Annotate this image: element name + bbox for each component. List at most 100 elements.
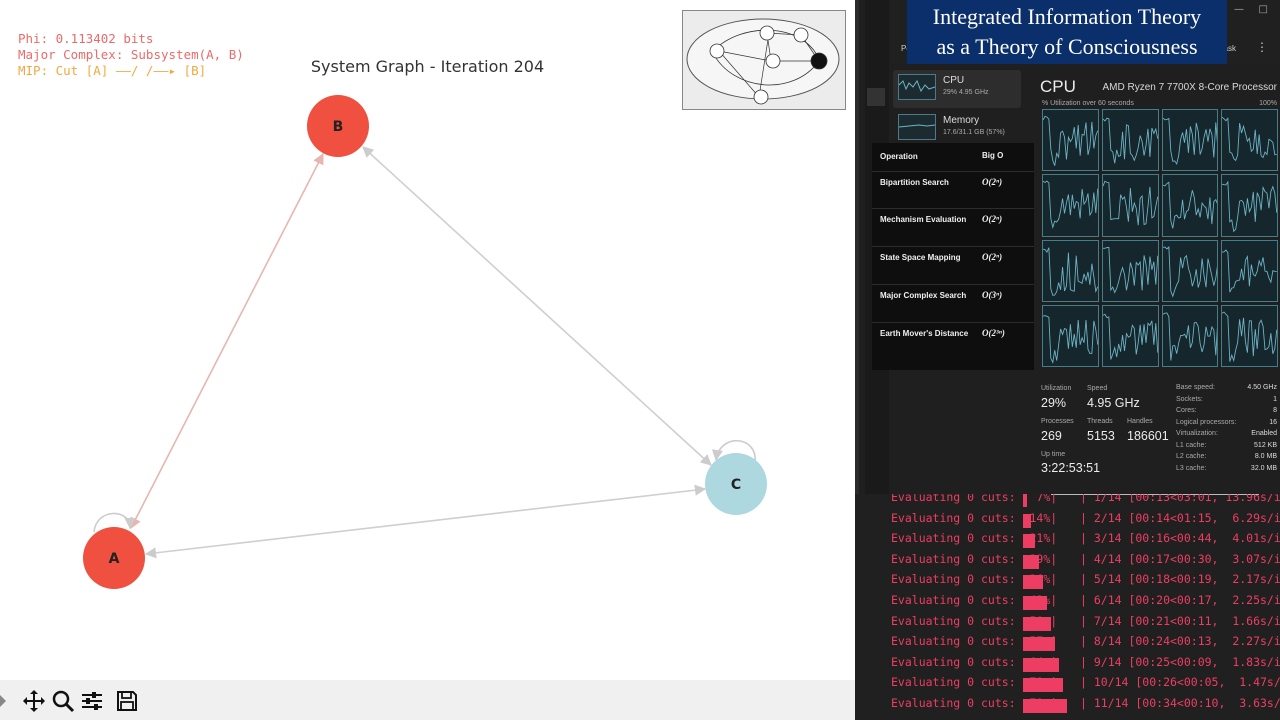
big-o-header-row: Operation Big O bbox=[872, 146, 1034, 172]
spec-value: 4.50 GHz bbox=[1247, 384, 1277, 391]
plot-window: B A C Phi: 0.113402 bits Major Complex: … bbox=[0, 0, 855, 720]
core-graph bbox=[1161, 109, 1219, 172]
spec-key: Base speed: bbox=[1176, 384, 1215, 391]
core-graph bbox=[1161, 304, 1219, 367]
core-graph bbox=[1161, 174, 1219, 237]
uptime-label: Up time bbox=[1041, 451, 1066, 458]
big-o-value: O(2ⁿ) bbox=[982, 252, 1003, 262]
progress-suffix: | 2/14 [00:14<01:15, 6.29s/it] bbox=[1080, 510, 1280, 525]
spec-value: 32.0 MB bbox=[1250, 464, 1277, 472]
progress-bar bbox=[1023, 596, 1047, 610]
handles-label: Handles bbox=[1127, 418, 1153, 425]
progress-suffix: | 11/14 [00:34<00:10, 3.63s/it] bbox=[1080, 696, 1280, 710]
core-graph bbox=[1161, 239, 1219, 302]
spec-key: L3 cache: bbox=[1176, 464, 1207, 472]
progress-suffix: | 9/14 [00:25<00:09, 1.83s/it] bbox=[1080, 654, 1280, 669]
sidebar-item-label: CPU bbox=[943, 75, 965, 86]
node-label-c: C bbox=[731, 477, 741, 493]
progress-suffix: | 6/14 [00:20<00:17, 2.25s/it] bbox=[1080, 593, 1280, 607]
threads-label: Threads bbox=[1087, 418, 1113, 425]
core-graph bbox=[1221, 109, 1278, 172]
more-options-icon[interactable]: ⋮ bbox=[1256, 40, 1268, 54]
cpu-sparkline bbox=[898, 74, 936, 100]
core-graph bbox=[1221, 174, 1278, 237]
progress-bar bbox=[1023, 637, 1055, 652]
big-o-value: O(2ⁿ) bbox=[982, 177, 1003, 187]
cpu-heading: CPU bbox=[1040, 77, 1076, 96]
big-o-row: Major Complex Search O(3ⁿ) bbox=[872, 285, 1034, 323]
big-o-operation: Mechanism Evaluation bbox=[880, 215, 967, 224]
spec-value: 8 bbox=[1273, 407, 1277, 414]
progress-bar bbox=[1023, 575, 1043, 590]
big-o-header-operation: Operation bbox=[880, 152, 918, 161]
progress-bar bbox=[1023, 534, 1035, 549]
progress-bar bbox=[1023, 616, 1051, 631]
big-o-operation: State Space Mapping bbox=[880, 253, 961, 262]
memory-sparkline bbox=[898, 114, 936, 140]
minimize-button[interactable]: — bbox=[1234, 4, 1244, 15]
progress-bar bbox=[1023, 494, 1027, 507]
edge-a-c bbox=[144, 484, 707, 559]
progress-prefix: Evaluating 0 cuts: 14%| bbox=[891, 510, 1058, 525]
progress-bar bbox=[1023, 513, 1031, 528]
big-o-value: O(2³ⁿ) bbox=[982, 328, 1005, 338]
forward-arrow-icon[interactable] bbox=[0, 695, 6, 707]
nav-icon[interactable] bbox=[867, 88, 885, 106]
iit-diagram-image bbox=[682, 10, 846, 110]
node-label-a: A bbox=[109, 551, 120, 567]
task-manager-window: Pe task — □ ⋮ Integrated Information The… bbox=[855, 0, 1280, 720]
spec-key: L1 cache: bbox=[1176, 441, 1207, 449]
core-graph bbox=[1042, 239, 1099, 302]
utilization-label: Utilization bbox=[1041, 385, 1072, 392]
spec-value: 1 bbox=[1273, 395, 1277, 403]
progress-bar bbox=[1023, 657, 1059, 672]
matplotlib-toolbar bbox=[0, 680, 855, 720]
speed-value: 4.95 GHz bbox=[1087, 396, 1140, 410]
progress-suffix: | 3/14 [00:16<00:44, 4.01s/it] bbox=[1080, 531, 1280, 546]
sidebar-item-sub: 29% 4.95 GHz bbox=[943, 89, 989, 96]
progress-suffix: | 5/14 [00:18<00:19, 2.17s/it] bbox=[1080, 572, 1280, 587]
core-graph bbox=[1101, 304, 1159, 367]
progress-bar bbox=[1023, 554, 1039, 569]
save-icon[interactable] bbox=[115, 689, 139, 713]
video-title-banner: Integrated Information Theory as a Theor… bbox=[907, 0, 1227, 64]
pan-icon[interactable] bbox=[22, 689, 46, 713]
node-label-b: B bbox=[333, 119, 344, 135]
progress-suffix: | 8/14 [00:24<00:13, 2.27s/it] bbox=[1080, 634, 1280, 649]
core-graph bbox=[1101, 239, 1159, 302]
big-o-row: State Space Mapping O(2ⁿ) bbox=[872, 247, 1034, 285]
spec-value: 8.0 MB bbox=[1254, 453, 1277, 460]
maximize-button[interactable]: □ bbox=[1259, 4, 1268, 15]
sidebar-item-cpu[interactable]: CPU 29% 4.95 GHz bbox=[893, 70, 1021, 108]
core-graph bbox=[1221, 239, 1278, 302]
configure-icon[interactable] bbox=[80, 689, 104, 713]
core-graph bbox=[1101, 109, 1159, 172]
sidebar-item-sub: 17.6/31.1 GB (57%) bbox=[943, 129, 1005, 136]
video-title-line2: as a Theory of Consciousness bbox=[936, 34, 1198, 59]
processes-value: 269 bbox=[1041, 429, 1062, 443]
big-o-operation: Earth Mover's Distance bbox=[880, 329, 969, 338]
progress-bar bbox=[1023, 699, 1067, 713]
progress-suffix: | 7/14 [00:21<00:11, 1.66s/it] bbox=[1080, 613, 1280, 628]
speed-label: Speed bbox=[1087, 385, 1108, 392]
threads-value: 5153 bbox=[1087, 429, 1115, 443]
spec-key: Logical processors: bbox=[1176, 418, 1237, 426]
big-o-row: Earth Mover's Distance O(2³ⁿ) bbox=[872, 323, 1034, 363]
uptime-value: 3:22:53:51 bbox=[1041, 461, 1101, 475]
progress-prefix: Evaluating 0 cuts: 7%| bbox=[891, 494, 1058, 504]
big-o-operation: Bipartition Search bbox=[880, 178, 949, 187]
edge-a-b bbox=[130, 153, 324, 529]
big-o-header-value: Big O bbox=[982, 151, 1004, 160]
processes-label: Processes bbox=[1041, 418, 1074, 425]
progress-suffix: | 10/14 [00:26<00:05, 1.47s/it] bbox=[1080, 675, 1280, 690]
big-o-table: Operation Big O Bipartition Search O(2ⁿ)… bbox=[872, 143, 1034, 370]
core-graph bbox=[1101, 174, 1159, 237]
zoom-icon[interactable] bbox=[51, 689, 75, 713]
progress-bar bbox=[1023, 678, 1063, 693]
core-graph bbox=[1042, 109, 1099, 172]
phi-value: Phi: 0.113402 bits bbox=[18, 31, 154, 46]
terminal-output: Evaluating 0 cuts: 7%| | 1/14 [00:13<03:0… bbox=[855, 494, 1280, 720]
cpu-model: AMD Ryzen 7 7700X 8-Core Processor bbox=[1102, 82, 1277, 93]
utilization-graph-label: % Utilization over 60 seconds bbox=[1042, 100, 1134, 107]
big-o-value: O(3ⁿ) bbox=[982, 290, 1003, 300]
